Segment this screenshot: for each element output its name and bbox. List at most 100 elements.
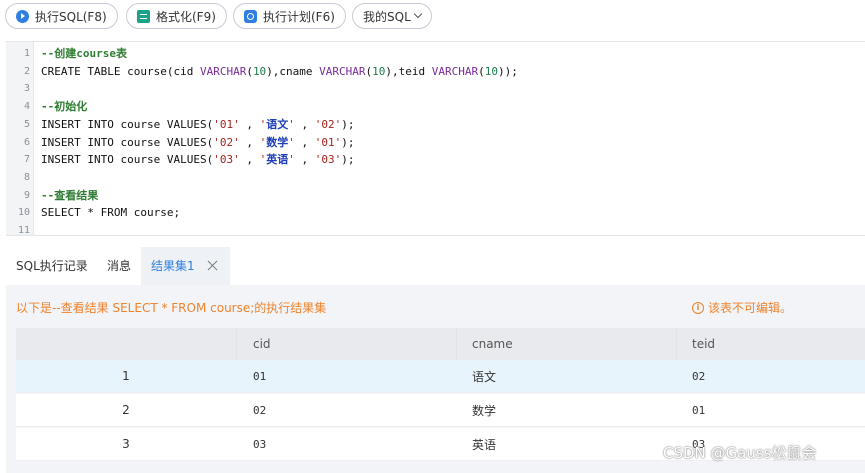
code-token: ),teid — [385, 64, 432, 78]
code-token: 数学 — [266, 135, 289, 149]
table-row[interactable]: 2 02 数学 01 — [16, 394, 865, 427]
play-icon — [16, 9, 29, 23]
sql-editor[interactable]: 1 --创建course表 2 CREATE TABLE course(cid VAR… — [6, 41, 865, 236]
code-token: )); — [498, 64, 518, 78]
code-token: , — [294, 153, 315, 167]
code-token: ),cname — [266, 64, 320, 78]
code-token: SELECT — [41, 206, 88, 220]
code-token: '03' — [314, 153, 342, 167]
chevron-down-icon — [413, 9, 422, 19]
line-number: 4 — [23, 101, 30, 113]
run-sql-label: 执行SQL(F8) — [35, 9, 107, 24]
code-token: ' — [288, 153, 295, 167]
code-token: VALUES — [166, 135, 207, 149]
code-token: INSERT INTO — [41, 153, 121, 167]
info-icon: i — [692, 301, 704, 314]
code-token: 10 — [252, 64, 267, 78]
explain-plan-icon — [244, 9, 257, 23]
code-line[interactable]: 9 --查看结果 — [6, 187, 865, 204]
code-line[interactable]: 11 — [6, 222, 865, 239]
code-text: INSERT INTO course VALUES('01' , '语文' , … — [41, 116, 354, 133]
code-token: '01' — [213, 117, 240, 131]
line-number: 9 — [23, 189, 30, 201]
teid-cell[interactable]: 02 — [692, 360, 705, 392]
row-number-cell: 3 — [122, 437, 130, 451]
code-token: VALUES — [166, 153, 207, 167]
tab-messages[interactable]: 消息 — [97, 247, 141, 285]
header-cell-cname[interactable]: cname — [472, 328, 513, 360]
row-number-cell: 2 — [122, 403, 130, 417]
code-line[interactable]: 3 — [6, 80, 865, 97]
column-divider[interactable] — [676, 328, 677, 360]
explain-plan-button[interactable]: 执行计划(F6) — [233, 3, 346, 29]
code-line[interactable]: 8 — [6, 169, 865, 186]
sql-toolbar: 执行SQL(F8) 格式化(F9) 执行计划(F6) 我的SQL — [0, 0, 865, 33]
code-token: ); — [341, 135, 355, 149]
code-token: 10 — [372, 64, 386, 78]
code-line[interactable]: 5 INSERT INTO course VALUES('01' , '语文' ,… — [6, 116, 865, 133]
code-token: ); — [341, 117, 355, 131]
code-token: '01' — [314, 135, 342, 149]
tab-result-set-1-label: 结果集1 — [151, 259, 195, 273]
format-button[interactable]: 格式化(F9) — [126, 3, 227, 29]
column-divider[interactable] — [236, 328, 237, 360]
my-sql-dropdown[interactable]: 我的SQL — [352, 3, 432, 29]
cname-cell[interactable]: 语文 — [472, 360, 496, 392]
cid-cell[interactable]: 02 — [253, 394, 266, 426]
code-line[interactable]: 1 --创建course表 — [6, 45, 865, 62]
code-token: , — [239, 135, 260, 149]
code-token: course; — [133, 206, 181, 220]
column-divider[interactable] — [456, 328, 457, 360]
code-token: course — [120, 153, 167, 167]
code-token: FROM — [100, 206, 134, 220]
code-token: 语文 — [266, 117, 289, 131]
my-sql-label: 我的SQL — [363, 9, 411, 24]
cname-cell[interactable]: 英语 — [472, 428, 496, 460]
readonly-notice-text: 该表不可编辑。 — [708, 301, 793, 315]
code-token: '02' — [213, 135, 240, 149]
code-text: --查看结果 — [41, 187, 98, 204]
header-cell-teid[interactable]: teid — [692, 328, 715, 360]
result-tabs: SQL执行记录 消息 结果集1 — [0, 247, 865, 285]
cname-cell[interactable]: 数学 — [472, 394, 496, 426]
code-token: --初始化 — [41, 100, 88, 114]
cid-cell[interactable]: 01 — [253, 360, 266, 392]
code-token: , — [294, 135, 315, 149]
code-line[interactable]: 4 --初始化 — [6, 98, 865, 115]
code-token: --创建course表 — [41, 47, 127, 60]
code-token: VARCHAR — [199, 64, 247, 78]
watermark: CSDN @Gauss松鼠会 — [663, 444, 817, 462]
code-token: , — [239, 153, 260, 167]
code-line[interactable]: 2 CREATE TABLE course(cid VARCHAR(10),cna… — [6, 63, 865, 80]
line-number: 8 — [23, 171, 30, 183]
code-line[interactable]: 7 INSERT INTO course VALUES('03' , '英语' ,… — [6, 151, 865, 168]
code-token: VALUES — [166, 117, 207, 131]
code-token: ( — [478, 64, 485, 78]
result-info-text: 以下是--查看结果 SELECT * FROM course;的执行结果集 — [16, 301, 327, 315]
cid-cell[interactable]: 03 — [253, 428, 266, 460]
run-sql-button[interactable]: 执行SQL(F8) — [5, 3, 118, 29]
close-icon[interactable] — [207, 260, 218, 271]
code-text: CREATE TABLE course(cid VARCHAR(10),cnam… — [41, 63, 518, 80]
code-token: ); — [341, 153, 355, 167]
format-label: 格式化(F9) — [156, 9, 216, 24]
code-line[interactable]: 6 INSERT INTO course VALUES('02' , '数学' ,… — [6, 134, 865, 151]
header-cell-cid[interactable]: cid — [253, 328, 271, 360]
tab-sql-history[interactable]: SQL执行记录 — [6, 247, 98, 285]
line-number: 7 — [23, 154, 30, 166]
code-token: VARCHAR — [319, 64, 366, 78]
code-token: , — [239, 117, 260, 131]
code-token: CREATE TABLE — [41, 64, 128, 78]
code-token: 英语 — [266, 153, 289, 167]
line-number: 1 — [23, 48, 30, 59]
teid-cell[interactable]: 01 — [692, 394, 705, 426]
code-text: INSERT INTO course VALUES('03' , '英语' , … — [41, 151, 354, 168]
code-line[interactable]: 10 SELECT * FROM course; — [6, 204, 865, 221]
table-row[interactable]: 1 01 语文 02 — [16, 360, 865, 393]
explain-plan-label: 执行计划(F6) — [263, 9, 335, 24]
code-token: * — [87, 206, 101, 220]
code-token: 10 — [484, 64, 498, 78]
code-text: SELECT * FROM course; — [41, 204, 180, 221]
readonly-notice: i 该表不可编辑。 — [692, 299, 792, 316]
code-token: INSERT INTO — [41, 117, 121, 131]
